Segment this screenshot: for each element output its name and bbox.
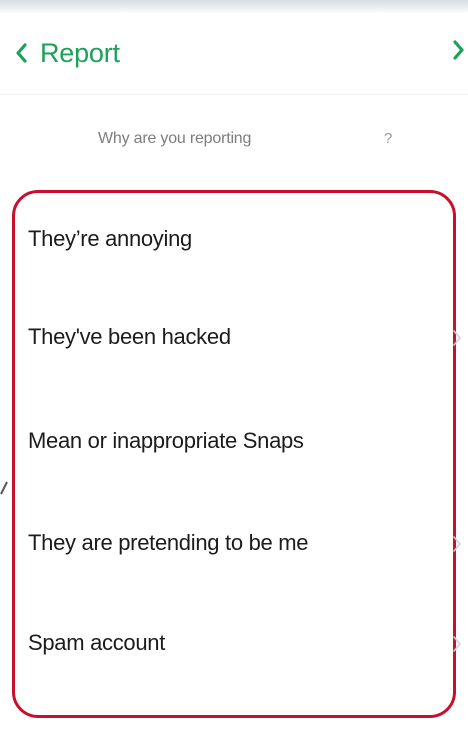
option-theyre-annoying[interactable]: They’re annoying — [28, 210, 456, 270]
option-pretending-to-be-me[interactable]: They are pretending to be me — [28, 514, 461, 574]
back-button[interactable]: Report — [10, 28, 120, 78]
question-text: Why are you reporting — [98, 130, 252, 147]
forward-button[interactable] — [448, 32, 468, 72]
report-screen: Report Why are you reporting ? They’re a… — [0, 0, 468, 733]
question-row: Why are you reporting ? — [0, 118, 468, 162]
header-divider — [0, 94, 468, 95]
option-mean-or-inappropriate-snaps[interactable]: Mean or inappropriate Snaps — [28, 412, 456, 472]
option-label: They are pretending to be me — [28, 530, 309, 555]
status-bar-strip — [0, 0, 468, 14]
chevron-left-icon — [10, 38, 32, 68]
chevron-right-icon — [452, 39, 464, 66]
arrow-pointer-mark — [0, 480, 8, 510]
option-label: They've been hacked — [28, 324, 231, 349]
option-label: Mean or inappropriate Snaps — [28, 428, 304, 453]
option-spam-account[interactable]: Spam account — [28, 614, 461, 674]
back-label: Report — [40, 37, 120, 68]
chevron-right-icon — [452, 328, 462, 348]
question-mark: ? — [384, 130, 393, 147]
option-label: They’re annoying — [28, 226, 192, 251]
option-theyve-been-hacked[interactable]: They've been hacked — [28, 308, 461, 368]
nav-header: Report — [0, 14, 468, 92]
option-label: Spam account — [28, 630, 166, 655]
chevron-right-icon — [452, 634, 462, 654]
chevron-right-icon — [452, 534, 462, 554]
